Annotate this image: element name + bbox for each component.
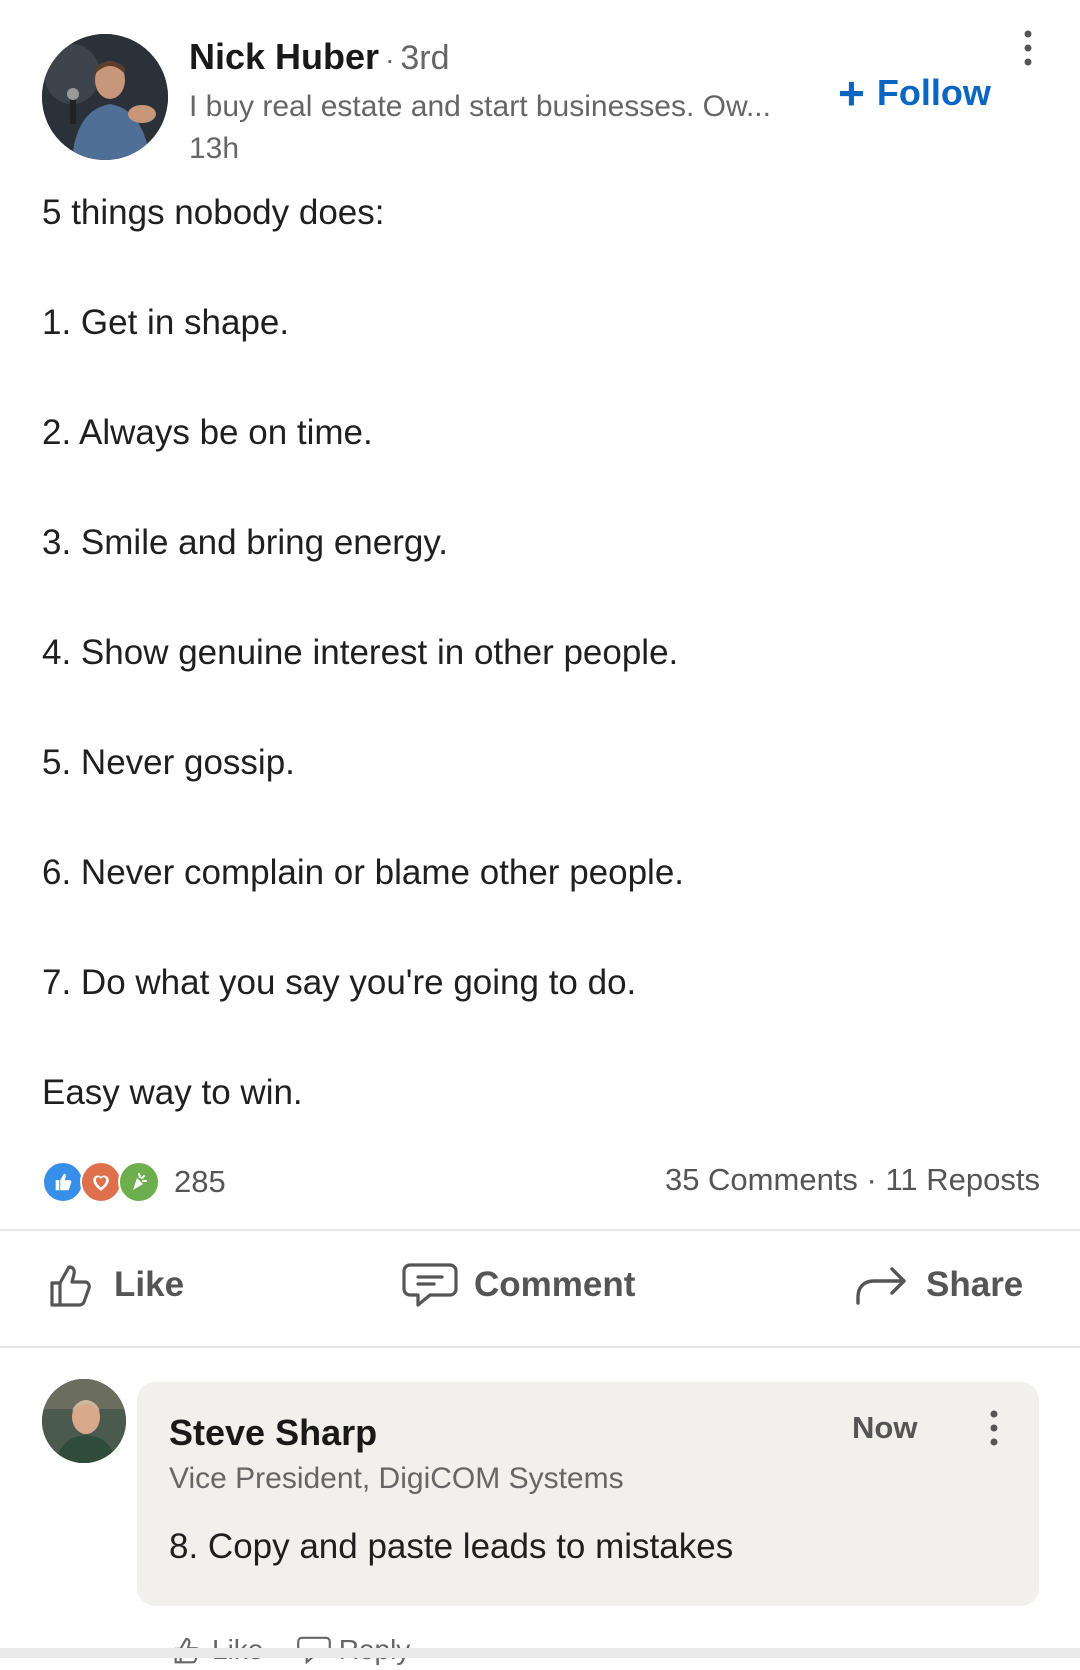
post-line: 5. Never gossip. <box>42 743 295 782</box>
post-more-options-icon[interactable] <box>1016 28 1040 68</box>
post-line: 7. Do what you say you're going to do. <box>42 963 637 1002</box>
comment-timestamp: Now <box>852 1410 918 1445</box>
post-line: 1. Get in shape. <box>42 303 290 342</box>
comment-icon <box>402 1263 458 1307</box>
share-label: Share <box>926 1265 1024 1304</box>
comment-text: 8. Copy and paste leads to mistakes <box>169 1527 734 1566</box>
post-line: 3. Smile and bring energy. <box>42 523 448 562</box>
social-counts: 285 35 Comments · 11 Reposts <box>42 1160 1040 1204</box>
reposts-count[interactable]: 11 Reposts <box>885 1162 1040 1197</box>
post-header: Nick Huber · 3rd I buy real estate and sta… <box>0 0 1080 180</box>
like-icon <box>42 1161 84 1203</box>
comments-reposts: 35 Comments · 11 Reposts <box>665 1162 1040 1198</box>
share-button[interactable]: Share <box>854 1259 1023 1311</box>
author-avatar[interactable] <box>42 34 168 160</box>
commenter-avatar[interactable] <box>42 1379 126 1463</box>
post-line: 2. Always be on time. <box>42 413 373 452</box>
like-button[interactable]: Like <box>46 1259 184 1311</box>
post-line: 4. Show genuine interest in other people… <box>42 633 679 672</box>
love-icon <box>80 1161 122 1203</box>
post-action-bar: Like Comment Share <box>0 1231 1080 1346</box>
celebrate-icon <box>118 1161 160 1203</box>
post-body: 5 things nobody does: 1. Get in shape. 2… <box>42 192 1042 1122</box>
thumbs-up-icon <box>50 1265 91 1307</box>
separator-dot: · <box>385 44 395 75</box>
share-icon <box>856 1267 906 1305</box>
comment-more-options-icon[interactable] <box>982 1408 1006 1448</box>
reaction-count: 285 <box>174 1164 226 1199</box>
comment-label: Comment <box>474 1265 636 1304</box>
connection-degree: 3rd <box>400 39 450 77</box>
plus-icon: + <box>838 67 865 119</box>
author-headline: I buy real estate and start businesses. … <box>189 90 771 123</box>
post-line: 5 things nobody does: <box>42 193 385 232</box>
comment-button[interactable]: Comment <box>402 1259 635 1311</box>
follow-label: Follow <box>876 72 991 113</box>
author-name[interactable]: Nick Huber <box>189 36 379 77</box>
commenter-title: Vice President, DigiCOM Systems <box>169 1462 624 1495</box>
post-timestamp: 13h <box>189 132 240 165</box>
separator-dot: · <box>866 1162 886 1197</box>
comments-count[interactable]: 35 Comments <box>665 1162 858 1197</box>
post-line: 6. Never complain or blame other people. <box>42 853 685 892</box>
commenter-name[interactable]: Steve Sharp <box>169 1412 377 1454</box>
comment-bubble: Steve Sharp Vice President, DigiCOM Syst… <box>137 1382 1039 1606</box>
author-name-line: Nick Huber · 3rd <box>189 36 450 78</box>
post-line: Easy way to win. <box>42 1073 303 1112</box>
follow-button[interactable]: + Follow <box>838 70 991 116</box>
like-label: Like <box>114 1265 185 1304</box>
bottom-edge <box>0 1648 1080 1658</box>
divider <box>0 1346 1080 1348</box>
reactions-summary[interactable]: 285 <box>42 1160 226 1204</box>
